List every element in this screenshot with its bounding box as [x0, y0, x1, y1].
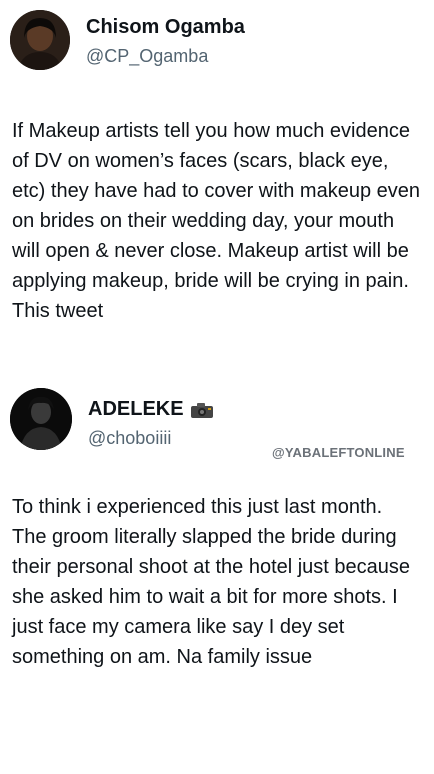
author-name[interactable]: Chisom Ogamba: [86, 16, 245, 39]
reply-author-name: ADELEKE: [88, 398, 184, 420]
adeleke-avatar[interactable]: [10, 388, 72, 450]
author-handle[interactable]: @CP_Ogamba: [86, 46, 208, 67]
chisom-avatar[interactable]: [10, 10, 70, 70]
reply-author[interactable]: ADELEKE: [88, 398, 214, 421]
watermark: @YABALEFTONLINE: [272, 445, 405, 460]
reply-author-handle[interactable]: @choboiiii: [88, 428, 171, 449]
camera-icon: [190, 401, 214, 419]
reply-tweet-text: To think i experienced this just last mo…: [12, 496, 411, 668]
tweet-text: If Makeup artists tell you how much evid…: [12, 120, 426, 322]
